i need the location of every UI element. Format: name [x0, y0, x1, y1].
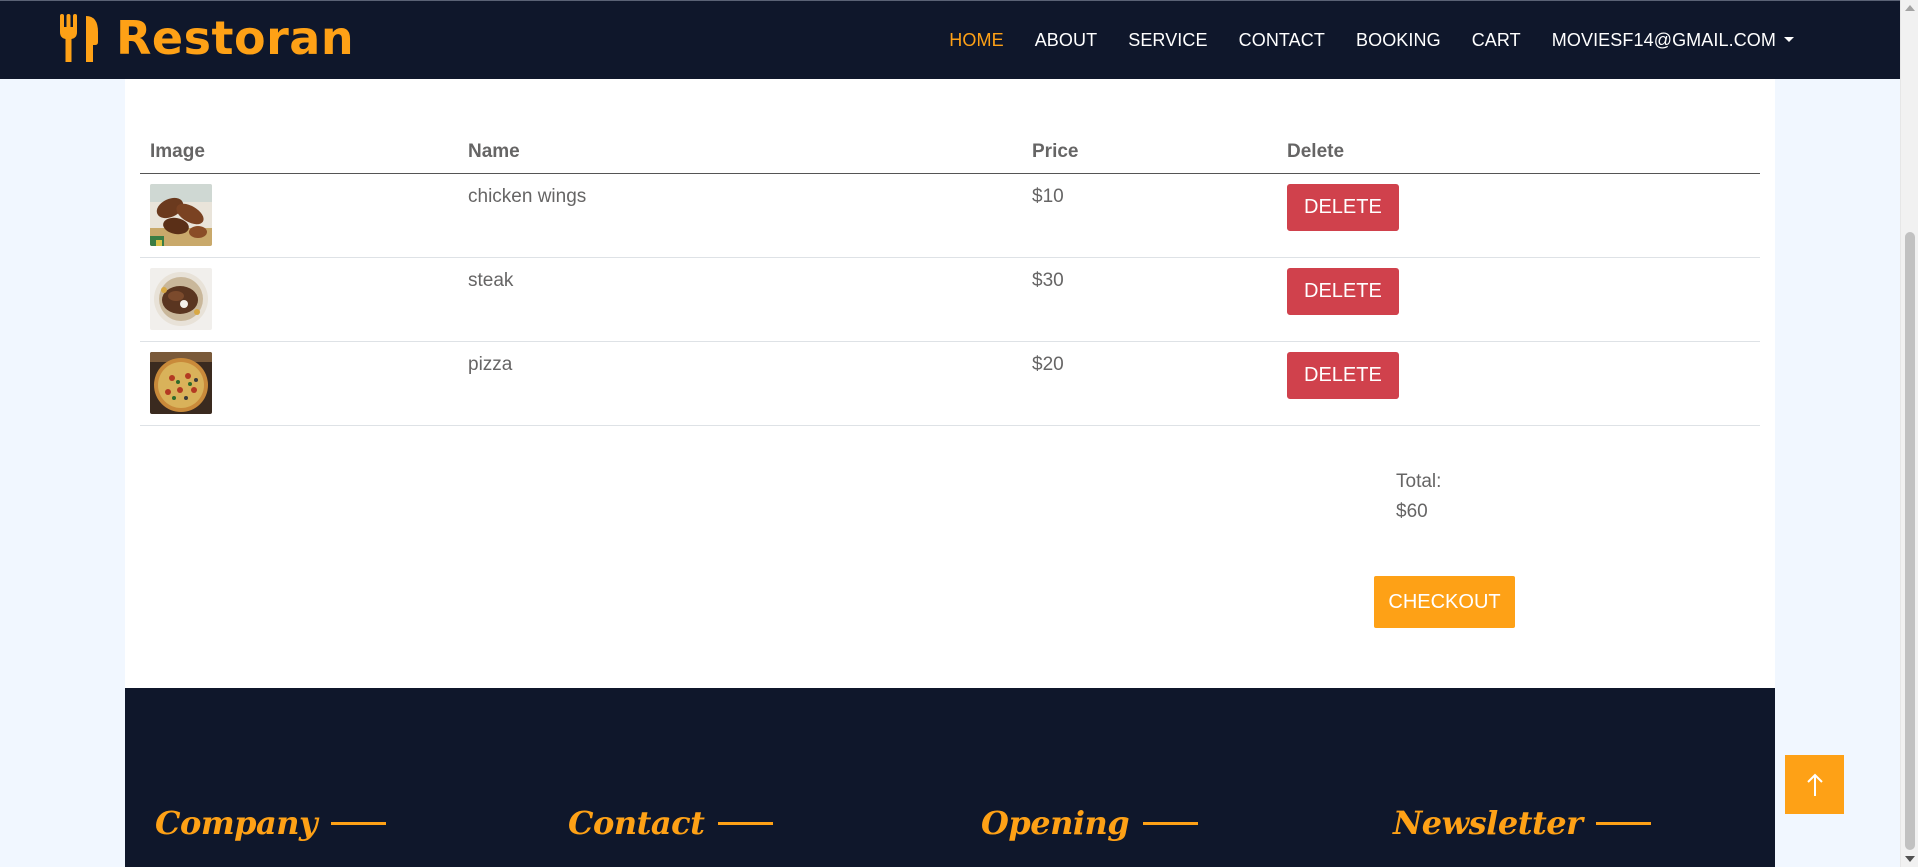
utensils-icon	[60, 14, 98, 62]
cart-table-header: Image Name Price Delete	[140, 131, 1760, 174]
item-price: $30	[1022, 257, 1277, 342]
chicken-wings-image	[150, 183, 212, 246]
scrollbar-thumb[interactable]	[1905, 232, 1915, 850]
navbar: Restoran HOME ABOUT SERVICE CONTACT BOOK…	[0, 0, 1900, 79]
footer-heading-text: Company	[155, 804, 318, 842]
arrow-up-icon	[1806, 773, 1823, 796]
footer-heading-company: Company	[155, 804, 387, 842]
table-row: steak $30 DELETE	[140, 257, 1760, 342]
scrollbar[interactable]	[1900, 0, 1918, 867]
header-image: Image	[140, 131, 458, 174]
checkout-button[interactable]: CHECKOUT	[1374, 576, 1515, 628]
delete-cell: DELETE	[1277, 341, 1760, 426]
chevron-down-icon	[1784, 37, 1794, 42]
heading-underline	[718, 821, 774, 825]
footer-heading-text: Contact	[568, 804, 705, 842]
user-menu-dropdown[interactable]: MOVIESF14@GMAIL.COM	[1552, 30, 1794, 51]
heading-underline	[1596, 821, 1652, 825]
brand-name: Restoran	[116, 11, 355, 65]
nav-booking[interactable]: BOOKING	[1356, 30, 1441, 51]
total-value: $60	[1396, 501, 1428, 522]
image-cell	[140, 341, 458, 426]
brand-logo[interactable]: Restoran	[58, 11, 354, 65]
back-to-top-button[interactable]	[1785, 755, 1844, 814]
pizza-image	[150, 351, 212, 414]
item-name: steak	[458, 257, 1022, 342]
item-price: $10	[1022, 173, 1277, 258]
user-email: MOVIESF14@GMAIL.COM	[1551, 30, 1776, 50]
item-name: chicken wings	[458, 173, 1022, 258]
delete-button[interactable]: DELETE	[1287, 267, 1399, 315]
footer-heading-contact: Contact	[568, 804, 774, 842]
table-row: pizza $20 DELETE	[140, 341, 1760, 426]
table-row: chicken wings $10 DELETE	[140, 173, 1760, 258]
nav-about[interactable]: ABOUT	[1035, 30, 1098, 51]
nav-home[interactable]: HOME	[949, 30, 1003, 51]
scroll-down-icon[interactable]	[1905, 856, 1915, 862]
delete-button[interactable]: DELETE	[1287, 351, 1399, 399]
nav-service[interactable]: SERVICE	[1128, 30, 1207, 51]
footer-heading-opening: Opening	[981, 804, 1199, 842]
cart-total: Total: $60	[1396, 467, 1441, 527]
footer-heading-text: Newsletter	[1393, 804, 1583, 842]
delete-cell: DELETE	[1277, 173, 1760, 258]
image-cell	[140, 173, 458, 258]
footer-heading-newsletter: Newsletter	[1393, 804, 1652, 842]
steak-image	[150, 267, 212, 330]
cart-table: Image Name Price Delete chicken wings $1…	[140, 131, 1760, 426]
header-delete: Delete	[1277, 131, 1760, 174]
heading-underline	[331, 821, 387, 825]
delete-button[interactable]: DELETE	[1287, 183, 1399, 231]
delete-cell: DELETE	[1277, 257, 1760, 342]
footer: Company Contact Opening Newsletter	[125, 688, 1775, 867]
header-name: Name	[458, 131, 1022, 174]
footer-heading-text: Opening	[981, 804, 1130, 842]
cart-content: Image Name Price Delete chicken wings $1…	[125, 79, 1775, 688]
nav-contact[interactable]: CONTACT	[1239, 30, 1325, 51]
nav-cart[interactable]: CART	[1472, 30, 1521, 51]
nav-menu: HOME ABOUT SERVICE CONTACT BOOKING CART …	[949, 1, 1900, 80]
item-price: $20	[1022, 341, 1277, 426]
image-cell	[140, 257, 458, 342]
item-name: pizza	[458, 341, 1022, 426]
total-label: Total:	[1396, 471, 1442, 492]
header-price: Price	[1022, 131, 1277, 174]
heading-underline	[1143, 821, 1199, 825]
scroll-up-icon[interactable]	[1905, 5, 1915, 11]
